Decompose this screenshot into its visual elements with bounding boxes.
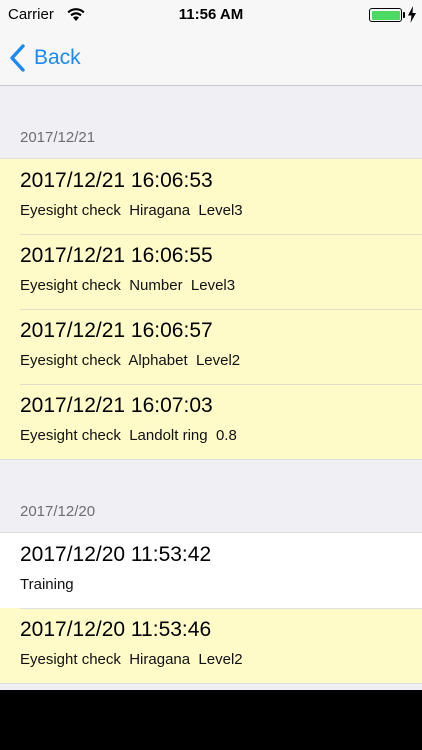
- row-description: Eyesight check Number Level3: [20, 277, 236, 294]
- history-row[interactable]: 2017/12/21 16:06:55 Eyesight check Numbe…: [0, 234, 422, 309]
- bottom-bar: [0, 690, 422, 750]
- row-description: Eyesight check Hiragana Level2: [20, 651, 243, 668]
- history-list[interactable]: 2017/12/21 2017/12/21 16:06:53 Eyesight …: [0, 86, 422, 684]
- row-datetime: 2017/12/21 16:06:53: [20, 169, 213, 192]
- row-datetime: 2017/12/21 16:06:55: [20, 244, 213, 267]
- row-description: Training: [20, 576, 74, 593]
- row-datetime: 2017/12/20 11:53:42: [20, 543, 212, 566]
- row-description: Eyesight check Alphabet Level2: [20, 352, 241, 369]
- row-description: Eyesight check Hiragana Level3: [20, 202, 243, 219]
- section-group: 2017/12/20 11:53:42 Training 2017/12/20 …: [0, 532, 422, 684]
- history-row[interactable]: 2017/12/21 16:07:03 Eyesight check Lando…: [0, 384, 422, 459]
- section-group: 2017/12/21 16:06:53 Eyesight check Hirag…: [0, 158, 422, 460]
- chevron-left-icon: [10, 44, 25, 72]
- charging-bolt-icon: [408, 6, 416, 23]
- battery-icon: [369, 8, 402, 22]
- history-row[interactable]: 2017/12/21 16:06:53 Eyesight check Hirag…: [0, 159, 422, 234]
- history-row[interactable]: 2017/12/21 16:06:57 Eyesight check Alpha…: [0, 309, 422, 384]
- battery-nub: [403, 12, 405, 18]
- back-label: Back: [34, 46, 81, 69]
- status-bar: Carrier 11:56 AM: [0, 0, 422, 30]
- app-screen: Carrier 11:56 AM Back 2017/12/21 2017/12…: [0, 0, 422, 690]
- row-description: Eyesight check Landolt ring 0.8: [20, 427, 237, 444]
- row-datetime: 2017/12/20 11:53:46: [20, 618, 212, 641]
- row-datetime: 2017/12/21 16:07:03: [20, 394, 213, 417]
- back-button[interactable]: Back: [8, 30, 81, 86]
- section-header: 2017/12/20: [20, 503, 96, 520]
- navigation-bar: Back: [0, 30, 422, 86]
- history-row[interactable]: 2017/12/20 11:53:46 Eyesight check Hirag…: [0, 608, 422, 683]
- section-header: 2017/12/21: [20, 129, 96, 146]
- row-datetime: 2017/12/21 16:06:57: [20, 319, 213, 342]
- status-time: 11:56 AM: [178, 6, 244, 23]
- history-row[interactable]: 2017/12/20 11:53:42 Training: [0, 533, 422, 608]
- battery-level: [371, 10, 400, 20]
